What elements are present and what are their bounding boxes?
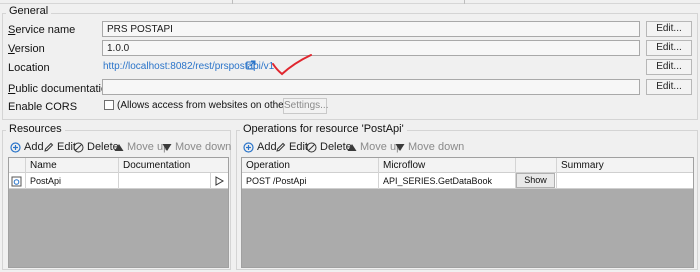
resources-table-header: Name Documentation xyxy=(9,158,228,173)
version-label: Version xyxy=(8,43,45,55)
service-name-label-text: ervice name xyxy=(15,24,76,36)
location-label: Location xyxy=(8,62,50,74)
resource-name-cell: PostApi xyxy=(26,173,119,189)
operations-header-operation[interactable]: Operation xyxy=(242,158,379,173)
external-link-icon[interactable] xyxy=(246,60,256,73)
add-icon xyxy=(243,141,254,153)
operation-cell: POST /PostApi xyxy=(242,173,379,189)
resources-move-down-label: Move down xyxy=(175,141,232,153)
triangle-down-icon xyxy=(395,143,405,151)
version-label-text: ersion xyxy=(14,43,45,55)
delete-icon xyxy=(306,142,317,152)
public-doc-label-text: ublic documentation xyxy=(15,83,114,95)
operations-edit-button[interactable]: Edit xyxy=(275,141,308,153)
operations-move-down-button[interactable]: Move down xyxy=(395,141,464,153)
operations-header-show xyxy=(516,158,557,173)
general-group-title: General xyxy=(6,5,52,17)
delete-icon xyxy=(73,142,84,152)
resources-group-title: Resources xyxy=(6,123,65,135)
service-name-label: Service name xyxy=(8,24,76,36)
table-row[interactable]: POST /PostApi API_SERIES.GetDataBook Sho… xyxy=(242,173,693,189)
operations-group-title: Operations for resource 'PostApi' xyxy=(240,123,407,135)
resource-documentation-cell xyxy=(119,173,211,189)
resources-delete-button[interactable]: Delete xyxy=(73,141,119,153)
divider xyxy=(464,0,465,4)
resources-move-down-button[interactable]: Move down xyxy=(162,141,231,153)
operations-add-button[interactable]: Add xyxy=(243,141,277,153)
microflow-cell: API_SERIES.GetDataBook xyxy=(379,173,516,189)
table-row[interactable]: PostApi xyxy=(9,173,228,189)
triangle-down-icon xyxy=(162,143,172,151)
annotation-checkmark xyxy=(272,54,312,76)
show-cell: Show xyxy=(516,173,557,189)
public-doc-edit-button[interactable]: Edit... xyxy=(646,79,692,95)
resources-add-label: Add xyxy=(24,141,44,153)
add-icon xyxy=(10,141,21,153)
cors-settings-button[interactable]: Settings... xyxy=(283,98,328,114)
resources-header-blank xyxy=(9,158,26,173)
cors-label: Enable CORS xyxy=(8,101,78,113)
operations-move-up-button[interactable]: Move up xyxy=(347,141,402,153)
play-icon xyxy=(215,176,225,186)
resources-edit-button[interactable]: Edit xyxy=(43,141,76,153)
location-edit-button[interactable]: Edit... xyxy=(646,59,692,75)
operations-delete-button[interactable]: Delete xyxy=(306,141,352,153)
resource-icon-cell xyxy=(9,173,26,189)
public-doc-label: Public documentation xyxy=(8,83,114,95)
operations-move-down-label: Move down xyxy=(408,141,465,153)
service-name-field[interactable]: PRS POSTAPI xyxy=(102,21,640,37)
triangle-up-icon xyxy=(347,143,357,151)
pencil-icon xyxy=(276,142,286,152)
cors-checkbox[interactable] xyxy=(104,100,114,110)
service-name-edit-button[interactable]: Edit... xyxy=(646,21,692,37)
operations-header-summary[interactable]: Summary xyxy=(557,158,695,173)
play-icon-cell[interactable] xyxy=(211,173,230,189)
show-microflow-button[interactable]: Show xyxy=(516,173,555,188)
pencil-icon xyxy=(44,142,54,152)
resources-header-name[interactable]: Name xyxy=(26,158,119,173)
summary-cell[interactable] xyxy=(557,173,695,189)
operations-header-microflow[interactable]: Microflow xyxy=(379,158,516,173)
top-strip xyxy=(0,0,700,4)
resources-table: Name Documentation PostApi xyxy=(8,157,229,268)
version-field[interactable]: 1.0.0 xyxy=(102,40,640,56)
divider xyxy=(232,0,233,4)
version-edit-button[interactable]: Edit... xyxy=(646,40,692,56)
resources-header-documentation[interactable]: Documentation xyxy=(119,158,230,173)
resources-add-button[interactable]: Add xyxy=(10,141,44,153)
triangle-up-icon xyxy=(114,143,124,151)
operations-add-label: Add xyxy=(257,141,277,153)
resource-icon xyxy=(11,176,22,187)
operations-table: Operation Microflow Summary POST /PostAp… xyxy=(241,157,694,268)
operations-table-header: Operation Microflow Summary xyxy=(242,158,693,173)
public-doc-field[interactable] xyxy=(102,79,640,95)
resources-move-up-button[interactable]: Move up xyxy=(114,141,169,153)
